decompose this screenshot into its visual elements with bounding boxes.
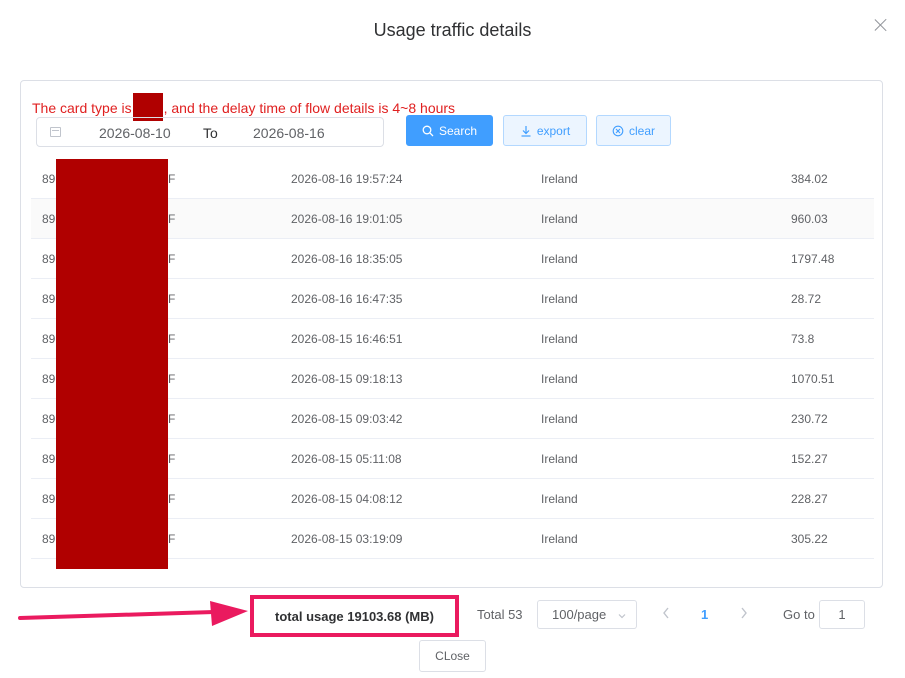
start-date[interactable]: 2026-08-10 (99, 125, 171, 141)
country-cell: Ireland (541, 332, 578, 346)
card-id-cell: 89 (42, 332, 56, 346)
page-size-value: 100/page (552, 607, 607, 622)
country-cell: Ireland (541, 452, 578, 466)
total-usage-badge: total usage 19103.68 (MB) (250, 595, 459, 637)
card-id-cell: 89 (42, 492, 56, 506)
card-id-suffix-cell: F (168, 372, 176, 386)
clear-button[interactable]: clear (596, 115, 671, 146)
search-label: Search (438, 123, 478, 138)
usage-cell: 228.27 (791, 492, 828, 506)
search-icon (422, 125, 434, 137)
total-count: Total 53 (477, 607, 523, 622)
usage-cell: 152.27 (791, 452, 828, 466)
redaction-column (56, 159, 168, 569)
arrow-right-icon (18, 601, 248, 626)
usage-cell: 230.72 (791, 412, 828, 426)
page-size-select[interactable]: 100/page (537, 600, 637, 629)
country-cell: Ireland (541, 172, 578, 186)
time-cell: 2026-08-15 09:18:13 (291, 372, 403, 386)
chevron-right-icon[interactable] (738, 605, 750, 626)
card-id-suffix-cell: F (168, 212, 176, 226)
notice-suffix: , and the delay time of flow details is … (163, 100, 456, 116)
card-id-suffix-cell: F (168, 452, 176, 466)
clear-label: clear (628, 123, 655, 138)
time-cell: 2026-08-15 05:11:08 (291, 452, 402, 466)
card-id-suffix-cell: F (168, 532, 176, 546)
card-id-suffix-cell: F (168, 172, 176, 186)
download-icon (520, 125, 532, 137)
goto-label: Go to (783, 607, 815, 622)
usage-table: 89 F 2026-08-16 19:57:24 Ireland 384.02 … (31, 159, 874, 569)
calendar-icon (50, 127, 61, 137)
content-panel: The card type is , and the delay time of … (20, 80, 883, 588)
usage-cell: 1797.48 (791, 252, 835, 266)
card-id-suffix-cell: F (168, 332, 176, 346)
country-cell: Ireland (541, 252, 578, 266)
usage-cell: 960.03 (791, 212, 828, 226)
time-cell: 2026-08-15 04:08:12 (291, 492, 403, 506)
card-id-cell: 89 (42, 252, 56, 266)
country-cell: Ireland (541, 492, 578, 506)
time-cell: 2026-08-16 19:01:05 (291, 212, 403, 226)
country-cell: Ireland (541, 292, 578, 306)
card-id-cell: 89 (42, 292, 56, 306)
time-cell: 2026-08-16 18:35:05 (291, 252, 403, 266)
country-cell: Ireland (541, 412, 578, 426)
country-cell: Ireland (541, 532, 578, 546)
card-id-suffix-cell: F (168, 292, 176, 306)
current-page[interactable]: 1 (701, 607, 708, 622)
card-id-suffix-cell: F (168, 252, 176, 266)
export-label: export (536, 123, 571, 138)
card-id-suffix-cell: F (168, 412, 176, 426)
country-cell: Ireland (541, 212, 578, 226)
notice-prefix: The card type is (32, 100, 132, 116)
close-button[interactable]: CLose (419, 640, 486, 672)
card-id-cell: 89 (42, 172, 56, 186)
card-id-cell: 89 (42, 532, 56, 546)
time-cell: 2026-08-15 09:03:42 (291, 412, 403, 426)
export-button[interactable]: export (503, 115, 587, 146)
search-button[interactable]: Search (406, 115, 493, 146)
time-cell: 2026-08-15 16:46:51 (291, 332, 403, 346)
end-date[interactable]: 2026-08-16 (253, 125, 325, 141)
date-range-picker[interactable]: 2026-08-10 To 2026-08-16 (36, 117, 384, 147)
close-icon[interactable] (874, 18, 888, 32)
usage-cell: 73.8 (791, 332, 815, 346)
time-cell: 2026-08-15 03:19:09 (291, 532, 403, 546)
circle-x-icon (612, 125, 624, 137)
card-id-cell: 89 (42, 412, 56, 426)
usage-cell: 384.02 (791, 172, 828, 186)
usage-cell: 1070.51 (791, 372, 835, 386)
time-cell: 2026-08-16 16:47:35 (291, 292, 403, 306)
chevron-left-icon[interactable] (660, 605, 672, 626)
country-cell: Ireland (541, 372, 578, 386)
card-id-cell: 89 (42, 212, 56, 226)
usage-cell: 28.72 (791, 292, 822, 306)
card-id-cell: 89 (42, 452, 56, 466)
card-id-suffix-cell: F (168, 492, 176, 506)
dialog-title: Usage traffic details (373, 20, 532, 40)
time-cell: 2026-08-16 19:57:24 (291, 172, 403, 186)
goto-page-input[interactable] (819, 600, 865, 629)
range-separator: To (203, 125, 218, 141)
chevron-down-icon (617, 609, 627, 624)
usage-cell: 305.22 (791, 532, 828, 546)
card-id-cell: 89 (42, 372, 56, 386)
